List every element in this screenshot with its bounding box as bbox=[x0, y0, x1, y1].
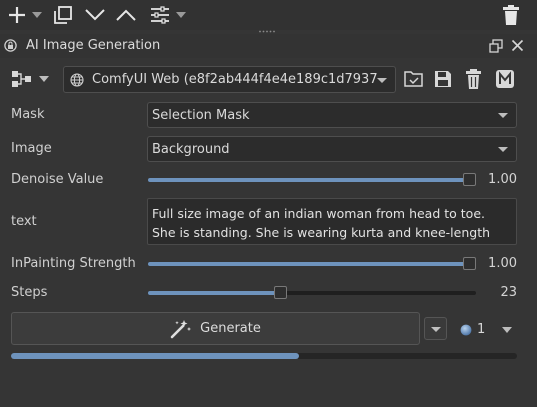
image-select-value: Background bbox=[152, 141, 230, 157]
denoise-slider[interactable] bbox=[148, 178, 476, 182]
steps-label: Steps bbox=[11, 285, 48, 300]
steps-slider[interactable] bbox=[148, 291, 476, 295]
image-label: Image bbox=[11, 141, 52, 156]
properties-menu-button[interactable] bbox=[174, 3, 188, 27]
inpainting-strength-value: 1.00 bbox=[488, 256, 517, 271]
server-select-value: ComfyUI Web (e8f2ab444f4e4e189c1d79373( bbox=[92, 72, 377, 87]
trash-icon[interactable] bbox=[465, 69, 482, 89]
add-menu-button[interactable] bbox=[30, 3, 44, 27]
chevron-down-icon bbox=[431, 327, 441, 332]
inpainting-strength-slider-handle[interactable] bbox=[463, 257, 476, 270]
server-select[interactable]: ComfyUI Web (e8f2ab444f4e4e189c1d79373( bbox=[63, 66, 396, 93]
prompt-textarea[interactable]: Full size image of an indian woman from … bbox=[147, 198, 517, 245]
mask-label: Mask bbox=[11, 107, 45, 122]
properties-button[interactable] bbox=[148, 3, 172, 27]
inpainting-strength-slider[interactable] bbox=[148, 262, 476, 266]
steps-slider-fill bbox=[148, 291, 279, 295]
generate-options-button[interactable] bbox=[424, 317, 447, 340]
chevron-down-icon bbox=[498, 147, 508, 152]
batch-count-value: 1 bbox=[477, 322, 486, 337]
chevron-down-icon bbox=[502, 327, 512, 333]
chevron-down-icon bbox=[498, 113, 508, 118]
chevron-down-icon bbox=[176, 12, 186, 18]
top-toolbar bbox=[0, 0, 537, 30]
image-select[interactable]: Background bbox=[147, 136, 517, 162]
delete-layer-button[interactable] bbox=[500, 3, 522, 27]
chevron-down-icon bbox=[39, 76, 49, 82]
magic-wand-icon bbox=[170, 319, 192, 338]
docker-title: AI Image Generation bbox=[26, 38, 161, 53]
generation-progress-fill bbox=[11, 353, 299, 359]
denoise-value: 1.00 bbox=[488, 172, 517, 187]
steps-value: 23 bbox=[500, 285, 517, 300]
save-icon[interactable] bbox=[434, 70, 452, 88]
move-down-button[interactable] bbox=[83, 3, 107, 27]
denoise-slider-fill bbox=[148, 178, 476, 182]
plus-icon bbox=[9, 7, 25, 23]
denoise-label: Denoise Value bbox=[11, 172, 104, 187]
inpainting-strength-label: InPainting Strength bbox=[11, 256, 136, 271]
text-label: text bbox=[11, 214, 37, 229]
generation-progress-bar bbox=[11, 353, 517, 359]
chevron-down-icon bbox=[32, 12, 42, 18]
chevron-up-icon bbox=[116, 9, 136, 21]
batch-dot-icon bbox=[460, 324, 472, 336]
custom-node-icon[interactable] bbox=[495, 69, 515, 89]
batch-count-select[interactable]: 1 bbox=[460, 320, 520, 340]
chevron-down-icon bbox=[377, 77, 387, 83]
generate-button[interactable]: Generate bbox=[11, 312, 420, 345]
duplicate-button[interactable] bbox=[52, 3, 74, 27]
chevron-down-icon bbox=[85, 9, 105, 21]
generate-button-label: Generate bbox=[200, 321, 261, 336]
node-graph-icon bbox=[12, 71, 31, 87]
open-folder-icon[interactable] bbox=[404, 70, 424, 88]
move-up-button[interactable] bbox=[114, 3, 138, 27]
add-button[interactable] bbox=[6, 3, 28, 27]
close-icon[interactable] bbox=[511, 39, 524, 52]
copy-icon bbox=[54, 6, 72, 24]
mask-select-value: Selection Mask bbox=[152, 107, 250, 123]
inpainting-strength-slider-fill bbox=[148, 262, 476, 266]
denoise-slider-handle[interactable] bbox=[463, 173, 476, 186]
steps-slider-handle[interactable] bbox=[274, 286, 287, 299]
sliders-icon bbox=[151, 6, 169, 24]
trash-icon bbox=[503, 5, 519, 25]
mask-select[interactable]: Selection Mask bbox=[147, 102, 517, 128]
globe-icon bbox=[70, 73, 84, 87]
float-icon[interactable] bbox=[489, 39, 503, 53]
lock-icon[interactable] bbox=[4, 39, 17, 52]
workflow-mode-button[interactable] bbox=[11, 68, 53, 90]
docker-title-bar: AI Image Generation bbox=[0, 34, 537, 58]
